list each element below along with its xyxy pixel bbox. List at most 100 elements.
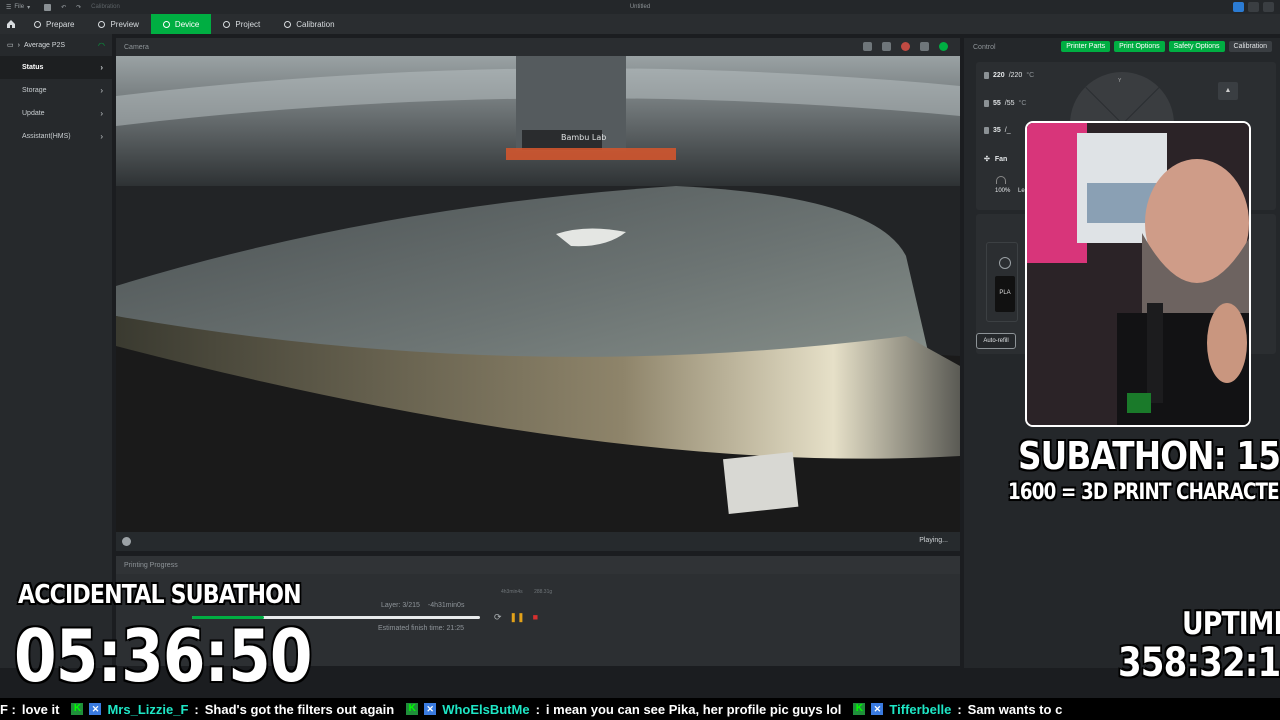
camera-image: Bambu Lab [116,56,960,532]
fan-gauge-icon[interactable] [996,176,1006,184]
progress-header: Printing Progress [116,556,960,574]
main-nav: Prepare Preview Device Project Calibrati… [0,14,1280,34]
video-icon[interactable] [882,42,891,51]
fan-percent: 100% [995,188,1011,194]
progress-stats: 4h3min4s 288.31g [501,589,562,595]
cursor-icon[interactable] [1233,2,1244,12]
nozzle-temp[interactable]: 220/220 °C [984,72,1034,79]
chat-ticker: F : love it K ✕ Mrs_Lizzie_F : Shad's go… [0,698,1280,720]
subathon-goal: 1600 = 3D PRINT CHARACTER [1008,480,1280,505]
bed-temp[interactable]: 55/55 °C [984,100,1026,107]
ticker-item: K ✕ Mrs_Lizzie_F : Shad's got the filter… [71,702,394,717]
chevron-right-icon: › [100,86,103,95]
undo-icon[interactable]: ↶ [61,4,66,11]
finish-time: Estimated finish time: 21:25 [378,625,464,632]
tab-project[interactable]: Project [211,14,272,34]
filament-slot-pla[interactable]: PLA [995,276,1015,312]
printer-parts-button[interactable]: Printer Parts [1061,41,1111,52]
sidebar-item-assistant[interactable]: Assistant(HMS) › [0,125,112,148]
z-up-button[interactable]: ▲ [1218,82,1238,100]
preview-icon [98,20,106,28]
print-options-button[interactable]: Print Options [1114,41,1165,52]
sidebar-item-storage[interactable]: Storage › [0,79,112,102]
kick-badge-icon: K [406,703,419,715]
save-icon[interactable] [44,3,52,11]
chevron-right-icon: › [100,109,103,118]
refresh-icon[interactable]: ⟳ [494,612,502,623]
chamber-temp[interactable]: 35/_ [984,127,1011,134]
nozzle-icon [984,72,989,79]
title-bar: ☰ File ▾ ↶ ↷ Calibration Untitled [0,0,1280,14]
calibration-small-label[interactable]: Calibration [91,4,120,10]
sub-badge-icon: ✕ [89,703,102,715]
bed-icon [984,100,989,107]
printer-name: Average P2S [23,41,66,49]
live-status-icon[interactable] [939,42,948,51]
stop-icon[interactable]: ■ [533,612,538,623]
brand-label: Bambu Lab [561,133,606,142]
camera-feed: Bambu Lab [116,56,960,532]
sub-badge-icon: ✕ [871,703,884,715]
sidebar-item-status[interactable]: Status › [0,56,112,79]
restore-icon[interactable] [1248,2,1259,12]
project-icon [223,20,231,28]
fan-row: ✣ Fan [984,155,1008,164]
calibration-button[interactable]: Calibration [1228,41,1272,52]
chamber-icon [984,127,989,134]
prepare-icon [34,20,41,28]
play-icon[interactable] [122,537,131,546]
camera-header: Camera [116,38,960,56]
monitor-icon: ▭ [7,42,14,49]
camera-footer: Playing... [116,532,960,551]
tab-preview[interactable]: Preview [86,14,150,34]
window-title: Untitled [629,4,651,10]
device-sidebar: ▭ › Average P2S ◠ Status › Storage › Updat… [0,34,112,668]
uptime-label: UPTIME [1182,606,1280,642]
ticker-item: K ✕ Tifferbelle : Sam wants to c [853,702,1062,717]
sub-badge-icon: ✕ [424,703,437,715]
record-icon[interactable] [901,42,910,51]
pause-icon[interactable]: ❚❚ [510,612,525,623]
camera-status: Playing... [919,537,948,544]
camera-settings-icon[interactable] [863,42,872,51]
tab-device[interactable]: Device [150,14,212,34]
subathon-counter: SUBATHON: 1503 [1018,434,1280,478]
fan-icon: ✣ [984,156,990,163]
progress-time-small: 4h3min4s [501,589,523,595]
auto-refill-button[interactable]: Auto-refill [976,333,1016,349]
ticker-item: K ✕ WhoElsButMe : i mean you can see Pik… [406,702,841,717]
progress-info: Layer: 3/215 -4h31min0s [381,602,470,609]
app-root: ☰ File ▾ ↶ ↷ Calibration Untitled Prepar… [0,0,1280,720]
close-icon[interactable] [1263,2,1274,12]
redo-icon[interactable]: ↷ [76,4,81,11]
hamburger-icon: ☰ [6,4,12,11]
tab-prepare[interactable]: Prepare [22,14,86,34]
sidebar-item-update[interactable]: Update › [0,102,112,125]
webcam-image [1027,123,1249,425]
device-icon [162,20,170,28]
refresh-icon[interactable] [999,257,1011,269]
safety-options-button[interactable]: Safety Options [1168,41,1225,52]
accidental-subathon-timer: 05:36:50 [14,614,312,698]
chevron-right-icon: › [100,63,103,72]
file-menu[interactable]: ☰ File ▾ [6,4,30,11]
fan-extra-label: Le [1018,188,1025,194]
accidental-subathon-title: ACCIDENTAL SUBATHON [18,580,302,610]
control-header: Control Printer Parts Print Options Safe… [964,38,1280,56]
calibration-icon [284,20,292,28]
home-icon[interactable] [0,19,22,29]
wifi-icon: ◠ [98,40,105,50]
chevron-right-icon: › [100,132,103,141]
layer-count: Layer: 3/215 [381,602,420,609]
tab-calibration[interactable]: Calibration [272,14,346,34]
timelapse-icon[interactable] [920,42,929,51]
progress-weight-small: 288.31g [534,589,553,595]
ticker-item: F : love it [0,701,60,717]
printer-selector[interactable]: ▭ › Average P2S ◠ [0,34,112,56]
kick-badge-icon: K [853,703,866,715]
uptime-value: 358:32:18 [1118,640,1280,686]
kick-badge-icon: K [71,703,84,715]
streamer-webcam [1025,121,1251,427]
remaining-time: -4h31min0s [427,602,465,609]
chevron-right-icon: › [17,41,20,49]
